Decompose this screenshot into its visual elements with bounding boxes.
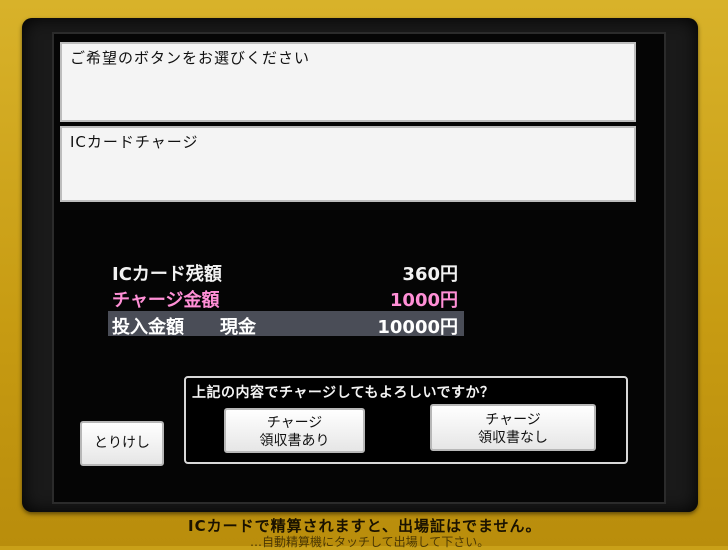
mode-title-box: ICカードチャージ	[60, 126, 636, 202]
charge-with-receipt-line1: チャージ	[266, 415, 323, 431]
charge-value: 1000円	[389, 290, 458, 311]
charge-with-receipt-line2: 領収書あり	[259, 433, 330, 449]
inserted-method: 現金	[220, 317, 256, 338]
confirm-question: 上記の内容でチャージしてもよろしいですか？	[192, 385, 495, 401]
cancel-button[interactable]: とりけし	[80, 421, 164, 466]
inserted-amount-row: 投入金額 現金 10000円	[108, 311, 464, 338]
balance-row: ICカード残額 360円	[108, 260, 464, 285]
charge-with-receipt-button[interactable]: チャージ 領収書あり	[224, 408, 365, 453]
machine-sticker-line2: …自動精算機にタッチして出場して下さい。	[250, 535, 490, 549]
charge-row: チャージ金額 1000円	[108, 286, 464, 311]
instruction-text: ご希望のボタンをお選びください	[70, 49, 311, 67]
inserted-value: 10000円	[377, 317, 458, 338]
charge-no-receipt-button[interactable]: チャージ 領収書なし	[430, 404, 596, 451]
cancel-button-label: とりけし	[94, 435, 150, 451]
charge-no-receipt-line2: 領収書なし	[478, 430, 548, 446]
mode-title-text: ICカードチャージ	[70, 133, 199, 151]
inserted-label: 投入金額	[112, 317, 184, 338]
charge-label: チャージ金額	[112, 290, 220, 311]
instruction-box: ご希望のボタンをお選びください	[60, 42, 636, 122]
balance-value: 360円	[402, 264, 458, 285]
charge-no-receipt-line1: チャージ	[485, 412, 541, 428]
balance-label: ICカード残額	[112, 264, 222, 285]
